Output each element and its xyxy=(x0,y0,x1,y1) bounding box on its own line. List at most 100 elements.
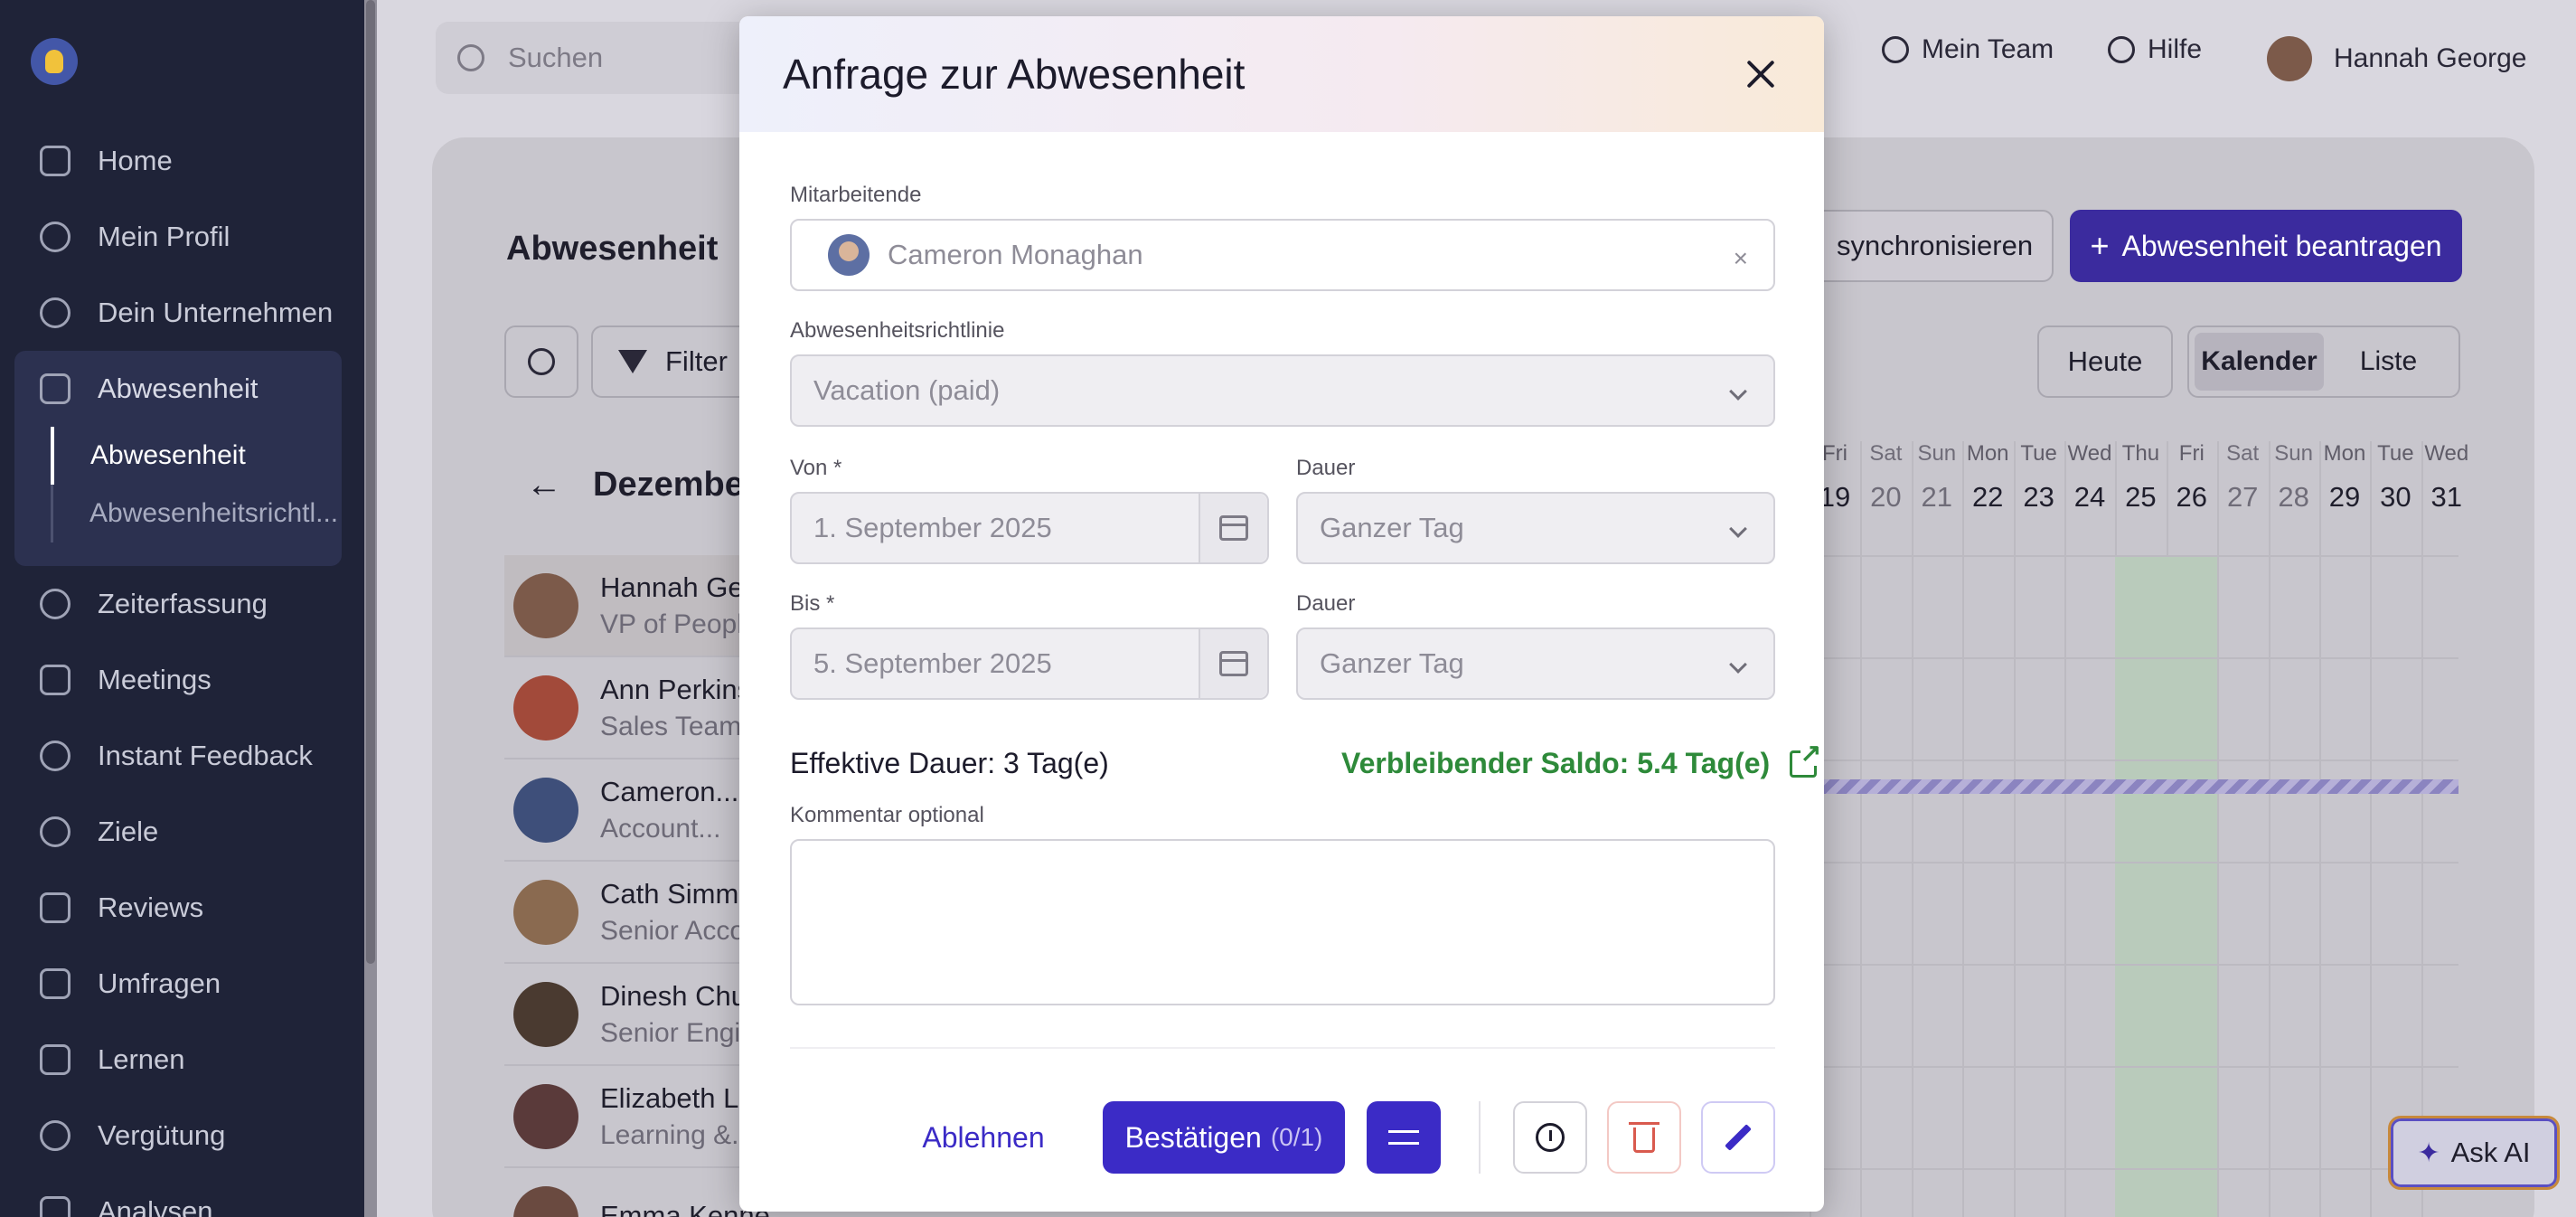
day-name: Sun xyxy=(1917,441,1957,466)
avatar xyxy=(513,1185,578,1217)
grid-line xyxy=(2268,441,2270,1217)
sidebar-item-meetings[interactable]: Meetings xyxy=(14,642,342,718)
remaining-balance-link[interactable]: Verbleibender Saldo: 5.4 Tag(e) xyxy=(1341,740,1822,780)
sidebar-item-label: Instant Feedback xyxy=(98,740,313,771)
day-number: 23 xyxy=(2023,481,2054,513)
date-picker-button[interactable] xyxy=(1199,494,1267,562)
grid-line xyxy=(2370,441,2373,1217)
pencil-icon xyxy=(40,892,71,923)
sidebar-item-home[interactable]: Home xyxy=(14,123,342,199)
app-logo[interactable] xyxy=(31,38,78,85)
home-icon xyxy=(40,146,71,176)
view-list-option[interactable]: Liste xyxy=(2324,333,2453,391)
user-menu[interactable]: Hannah George xyxy=(2267,36,2527,81)
to-date-field[interactable]: 5. September 2025 xyxy=(790,627,1269,700)
ask-ai-label: Ask AI xyxy=(2450,1137,2531,1168)
sidebar-item-reviews[interactable]: Reviews xyxy=(14,870,342,946)
comment-textarea[interactable] xyxy=(790,839,1775,1005)
day-name: Sun xyxy=(2274,441,2313,466)
avatar xyxy=(513,675,578,741)
person-name: Cath Simms xyxy=(600,877,753,910)
sync-button[interactable]: synchronisieren xyxy=(1799,210,2054,282)
employee-select[interactable]: Cameron Monaghan × xyxy=(790,219,1775,291)
person-role: Senior Engin xyxy=(600,1017,756,1048)
filter-button[interactable]: Filter xyxy=(591,325,763,398)
ask-ai-button[interactable]: ✦ Ask AI xyxy=(2388,1116,2560,1190)
avatar xyxy=(513,777,578,843)
confirm-button[interactable]: Bestätigen (0/1) xyxy=(1103,1101,1345,1174)
person-role: Learning &... xyxy=(600,1119,755,1150)
holiday-column xyxy=(2115,555,2167,1217)
absence-bar[interactable] xyxy=(1810,779,2458,794)
grid-line xyxy=(2421,441,2423,1217)
close-icon[interactable] xyxy=(1743,56,1779,92)
sidebar-subitem-policies[interactable]: Abwesenheitsrichtl... xyxy=(53,485,352,542)
edit-button[interactable] xyxy=(1701,1101,1775,1174)
person-role: Account... xyxy=(600,813,721,844)
sidebar-item-label: Zeiterfassung xyxy=(98,588,268,619)
avatar xyxy=(2267,36,2312,81)
reject-button[interactable]: Ablehnen xyxy=(893,1101,1074,1174)
delete-button[interactable] xyxy=(1607,1101,1681,1174)
trash-icon xyxy=(1629,1122,1659,1153)
sidebar-item-absence[interactable]: Abwesenheit xyxy=(14,351,342,427)
day-name: Tue xyxy=(2020,441,2057,466)
date-picker-button[interactable] xyxy=(1199,629,1267,698)
sidebar-item-company[interactable]: Dein Unternehmen xyxy=(14,275,342,351)
arrow-left-icon[interactable]: ← xyxy=(526,465,562,505)
today-button[interactable]: Heute xyxy=(2037,325,2173,398)
sidebar-item-profile[interactable]: Mein Profil xyxy=(14,199,342,275)
from-date-field[interactable]: 1. September 2025 xyxy=(790,492,1269,564)
day-number: 26 xyxy=(2176,481,2208,513)
my-team-link[interactable]: Mein Team xyxy=(1882,34,2054,65)
grid-line xyxy=(1962,441,1965,1217)
scrollbar-thumb[interactable] xyxy=(366,0,375,964)
approval-flow-button[interactable] xyxy=(1367,1101,1441,1174)
divider xyxy=(1479,1101,1481,1174)
person-role: Senior Acco xyxy=(600,915,746,946)
from-duration-value: Ganzer Tag xyxy=(1320,512,1464,543)
avatar xyxy=(513,879,578,945)
search-placeholder: Suchen xyxy=(508,42,604,73)
avatar xyxy=(513,572,578,638)
sidebar-item-learning[interactable]: Lernen xyxy=(14,1022,342,1098)
sidebar-item-surveys[interactable]: Umfragen xyxy=(14,946,342,1022)
sidebar-item-analytics[interactable]: Analysen xyxy=(14,1174,342,1217)
to-duration-select[interactable]: Ganzer Tag xyxy=(1296,627,1775,700)
sidebar-item-time-tracking[interactable]: Zeiterfassung xyxy=(14,566,342,642)
user-icon xyxy=(40,222,71,252)
sidebar-item-feedback[interactable]: Instant Feedback xyxy=(14,718,342,794)
sidebar-item-goals[interactable]: Ziele xyxy=(14,794,342,870)
day-number: 28 xyxy=(2278,481,2309,513)
calendar-day-header: Sat 27 xyxy=(2217,441,2268,514)
person-name: Elizabeth Le xyxy=(600,1081,755,1114)
sparkle-icon: ✦ xyxy=(2417,1137,2440,1168)
team-icon xyxy=(1882,36,1909,63)
help-link[interactable]: Hilfe xyxy=(2108,34,2202,65)
calendar-icon xyxy=(1219,651,1248,676)
day-number: 29 xyxy=(2328,481,2361,513)
sidebar-scrollbar[interactable] xyxy=(364,0,377,1217)
day-number: 20 xyxy=(1870,481,1902,513)
grid-line xyxy=(1911,441,1913,1217)
sidebar-item-compensation[interactable]: Vergütung xyxy=(14,1098,342,1174)
sidebar-item-label: Analysen xyxy=(98,1195,213,1217)
sidebar-subitem-absence[interactable]: Abwesenheit xyxy=(51,427,349,485)
policy-select[interactable]: Vacation (paid) xyxy=(790,354,1775,427)
history-button[interactable] xyxy=(1513,1101,1587,1174)
request-absence-button[interactable]: + Abwesenheit beantragen xyxy=(2070,210,2462,282)
search-button[interactable] xyxy=(504,325,578,398)
filter-label: Filter xyxy=(665,345,728,377)
my-team-label: Mein Team xyxy=(1922,34,2054,64)
chat-icon xyxy=(40,741,71,771)
clear-icon[interactable]: × xyxy=(1734,244,1748,273)
day-number: 24 xyxy=(2073,481,2106,513)
from-duration-select[interactable]: Ganzer Tag xyxy=(1296,492,1775,564)
target-icon xyxy=(40,816,71,847)
calendar-day-header: Mon 29 xyxy=(2319,441,2370,514)
view-calendar-option[interactable]: Kalender xyxy=(2195,333,2324,391)
sidebar-item-label: Vergütung xyxy=(98,1119,226,1151)
from-date-value: 1. September 2025 xyxy=(813,512,1052,543)
help-label: Hilfe xyxy=(2148,34,2203,64)
day-number: 30 xyxy=(2380,481,2411,513)
